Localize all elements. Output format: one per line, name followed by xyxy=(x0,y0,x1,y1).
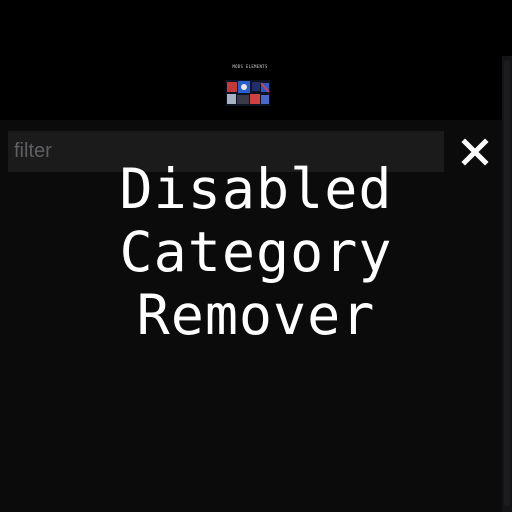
preview-caption: MODS ELEMENTS xyxy=(232,64,268,69)
mod-thumbnail-image xyxy=(226,80,270,106)
screen: MODS ELEMENTS Disabled Category Remover xyxy=(0,0,512,512)
mod-title-line-3: Remover xyxy=(136,283,376,347)
mod-title: Disabled Category Remover xyxy=(0,158,512,347)
mod-title-line-1: Disabled xyxy=(119,157,393,221)
preview-area: MODS ELEMENTS xyxy=(0,0,512,120)
mod-title-line-2: Category xyxy=(119,220,393,284)
